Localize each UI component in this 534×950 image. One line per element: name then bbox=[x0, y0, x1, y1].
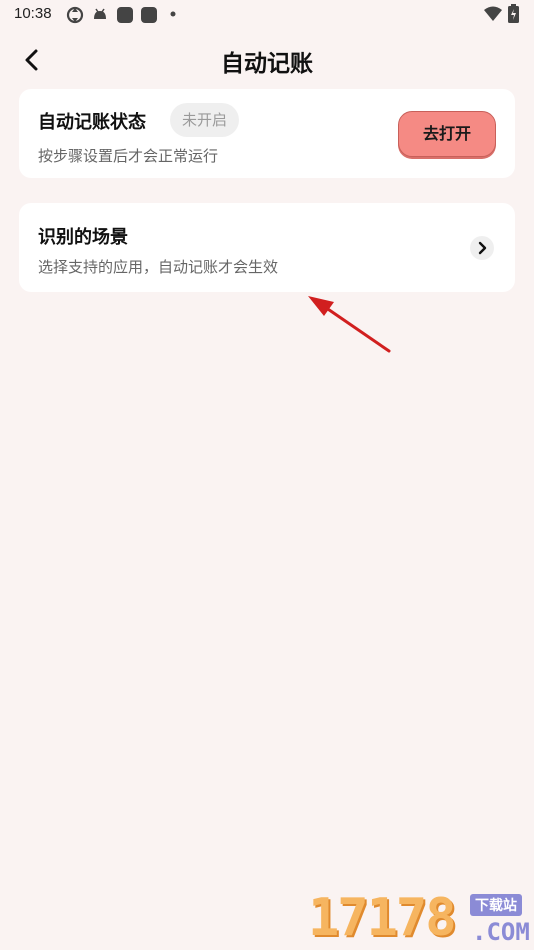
sync-icon bbox=[66, 6, 84, 24]
chevron-right-icon[interactable] bbox=[470, 236, 494, 260]
wifi-icon bbox=[484, 6, 502, 21]
status-bar: 10:38 bbox=[0, 0, 534, 28]
scene-card-title: 识别的场景 bbox=[38, 227, 128, 248]
android-icon bbox=[94, 8, 106, 19]
status-badge: 未开启 bbox=[170, 103, 240, 137]
app-icon bbox=[141, 7, 157, 23]
scene-card-description: 选择支持的应用，自动记账才会生效 bbox=[38, 258, 279, 276]
status-card-title: 自动记账状态 bbox=[38, 112, 146, 133]
watermark-logo: 17178 下载站 .COM bbox=[308, 888, 534, 950]
watermark-suffix: .COM bbox=[472, 918, 530, 946]
page-title: 自动记账 bbox=[221, 51, 313, 77]
battery-icon bbox=[508, 4, 519, 23]
watermark-tag: 下载站 bbox=[470, 894, 522, 916]
header: 自动记账 bbox=[0, 38, 534, 82]
dot-icon bbox=[170, 11, 176, 17]
auto-bookkeeping-status-card: 自动记账状态 未开启 按步骤设置后才会正常运行 去打开 bbox=[19, 89, 515, 178]
status-time: 10:38 bbox=[14, 5, 52, 22]
recognized-scenes-card[interactable]: 识别的场景 选择支持的应用，自动记账才会生效 bbox=[19, 203, 515, 292]
open-button[interactable]: 去打开 bbox=[398, 111, 496, 157]
annotation-arrow bbox=[308, 296, 391, 353]
watermark-digits: 17178 bbox=[308, 888, 457, 948]
app-icon bbox=[117, 7, 133, 23]
status-card-description: 按步骤设置后才会正常运行 bbox=[38, 147, 219, 165]
